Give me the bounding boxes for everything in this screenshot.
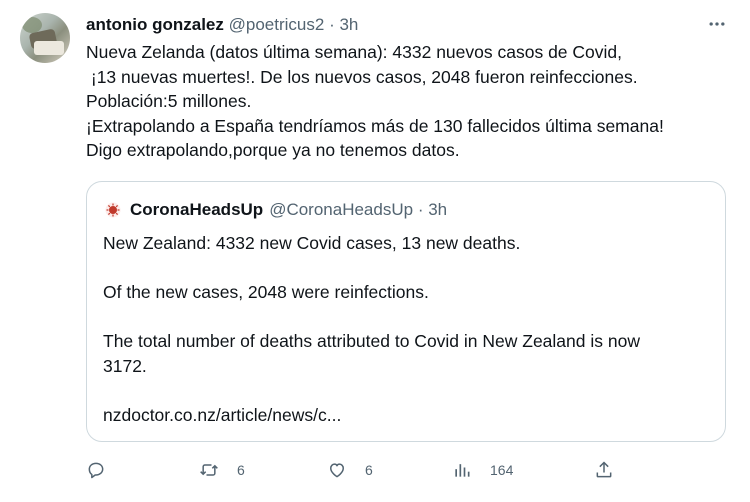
like-count: 6 bbox=[365, 462, 373, 478]
views-count: 164 bbox=[490, 462, 514, 478]
tweet-time[interactable]: 3h bbox=[339, 15, 358, 34]
retweet-icon bbox=[200, 464, 218, 476]
retweet-button[interactable]: 6 bbox=[199, 456, 245, 484]
reply-button[interactable] bbox=[86, 456, 106, 484]
quote-time[interactable]: 3h bbox=[428, 199, 447, 221]
quote-separator-dot: · bbox=[417, 200, 424, 219]
heart-icon bbox=[330, 463, 344, 478]
tweet-line: ¡13 nuevas muertes!. De los nuevos casos… bbox=[86, 66, 638, 87]
quote-link[interactable]: nzdoctor.co.nz/article/news/c... bbox=[103, 403, 713, 428]
views-button[interactable]: 164 bbox=[452, 456, 513, 484]
retweet-count: 6 bbox=[237, 462, 245, 478]
share-button[interactable] bbox=[594, 456, 614, 484]
quote-author-handle[interactable]: @CoronaHeadsUp bbox=[269, 199, 413, 221]
quote-line: The total number of deaths attributed to… bbox=[103, 331, 640, 351]
share-icon bbox=[596, 461, 612, 478]
tweet-header: antonio gonzalez @poetricus2 · 3h bbox=[86, 14, 358, 36]
reply-icon bbox=[88, 462, 104, 479]
separator-dot: · bbox=[329, 15, 335, 34]
views-icon bbox=[455, 464, 470, 477]
tweet-line: Población:5 millones. bbox=[86, 91, 252, 111]
quote-line: New Zealand: 4332 new Covid cases, 13 ne… bbox=[103, 233, 521, 253]
tweet-line: Digo extrapolando,porque ya no tenemos d… bbox=[86, 140, 460, 160]
quoted-tweet[interactable]: CoronaHeadsUp @CoronaHeadsUp · 3h New Ze… bbox=[86, 181, 726, 442]
tweet-line: Nueva Zelanda (datos última semana): 433… bbox=[86, 42, 622, 62]
tweet-text: Nueva Zelanda (datos última semana): 433… bbox=[86, 40, 736, 163]
author-avatar[interactable] bbox=[20, 13, 70, 63]
quote-body: New Zealand: 4332 new Covid cases, 13 ne… bbox=[103, 231, 713, 427]
tweet-actions: 6 6 164 bbox=[86, 456, 726, 484]
like-button[interactable]: 6 bbox=[327, 456, 373, 484]
more-options-icon[interactable] bbox=[706, 13, 728, 35]
quote-author-name[interactable]: CoronaHeadsUp bbox=[130, 199, 263, 221]
quote-line: 3172. bbox=[103, 355, 147, 376]
author-handle[interactable]: @poetricus2 bbox=[229, 15, 325, 34]
author-name[interactable]: antonio gonzalez bbox=[86, 15, 224, 34]
tweet-line: ¡Extrapolando a España tendríamos más de… bbox=[86, 115, 664, 136]
quote-line: Of the new cases, 2048 were reinfections… bbox=[103, 282, 429, 302]
quote-avatar[interactable] bbox=[105, 202, 121, 218]
quote-header: CoronaHeadsUp @CoronaHeadsUp · 3h bbox=[105, 199, 447, 221]
